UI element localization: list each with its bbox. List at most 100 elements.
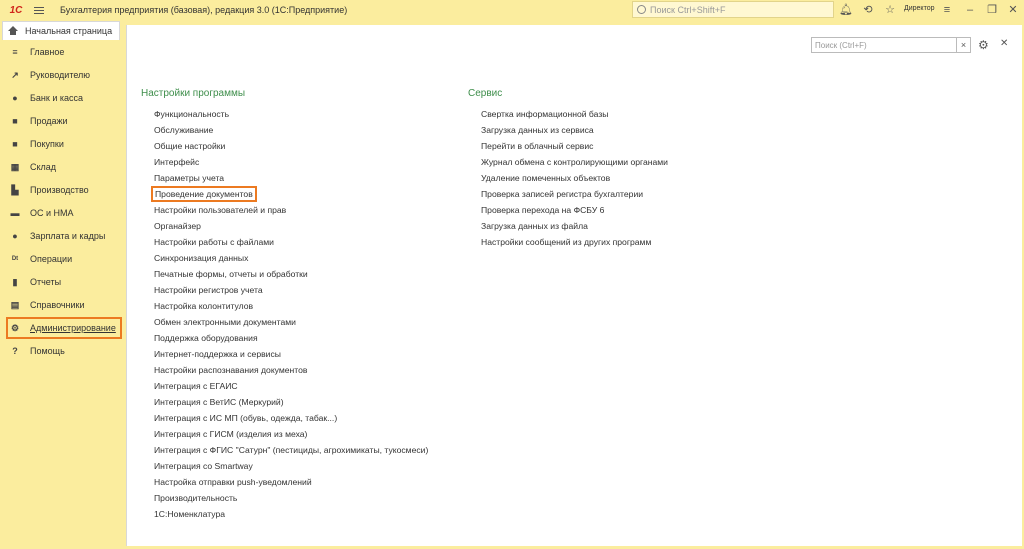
section-search-input[interactable]: Поиск (Ctrl+F) [811, 37, 957, 53]
sidebar-item-purchases[interactable]: ■ Покупки [0, 133, 125, 155]
service-link[interactable]: Настройки сообщений из других программ [481, 237, 651, 247]
settings-link[interactable]: Настройки пользователей и прав [154, 205, 286, 215]
sidebar-item-bank[interactable]: ● Банк и касса [0, 87, 125, 109]
settings-link[interactable]: Интеграция с ГИСМ (изделия из меха) [154, 429, 307, 439]
sidebar-item-label: Руководителю [30, 70, 91, 80]
sidebar-item-label: Покупки [30, 139, 64, 149]
service-link[interactable]: Удаление помеченных объектов [481, 173, 610, 183]
sidebar-item-label: Банк и касса [30, 93, 83, 103]
sidebar-item-label: Операции [30, 254, 73, 264]
settings-link[interactable]: Настройки регистров учета [154, 285, 263, 295]
sidebar-item-help[interactable]: ? Помощь [0, 340, 125, 362]
sidebar-item-warehouse[interactable]: ▦ Склад [0, 156, 125, 178]
person-icon: ● [12, 231, 18, 241]
1c-logo[interactable]: 1С [6, 0, 26, 20]
settings-link[interactable]: Интернет-поддержка и сервисы [154, 349, 281, 359]
close-panel-icon[interactable]: ✕ [1000, 38, 1008, 49]
sidebar-item-label: Зарплата и кадры [30, 231, 106, 241]
sidebar-item-label: Справочники [30, 300, 85, 310]
settings-link[interactable]: Печатные формы, отчеты и обработки [154, 269, 308, 279]
sidebar-item-director[interactable]: ↗ Руководителю [0, 64, 125, 86]
settings-section-title: Настройки программы [141, 88, 246, 99]
settings-link[interactable]: Функциональность [154, 109, 229, 119]
sidebar-item-sales[interactable]: ■ Продажи [0, 110, 125, 132]
service-link[interactable]: Проверка записей регистра бухгалтерии [481, 189, 643, 199]
service-link[interactable]: Журнал обмена с контролирующими органами [481, 157, 668, 167]
help-icon: ? [12, 346, 18, 356]
sidebar-item-production[interactable]: ▙ Производство [0, 179, 125, 201]
settings-link[interactable]: Интерфейс [154, 157, 199, 167]
settings-link[interactable]: Поддержка оборудования [154, 333, 258, 343]
main-menu-icon[interactable]: ≡ [940, 3, 954, 17]
settings-link[interactable]: Органайзер [154, 221, 201, 231]
bar-chart-icon: ▮ [12, 276, 18, 287]
settings-link[interactable]: Общие настройки [154, 141, 225, 151]
sidebar-item-label: ОС и НМА [30, 208, 74, 218]
warehouse-icon: ▦ [10, 161, 20, 172]
title-bar: 1С Бухгалтерия предприятия (базовая), ре… [0, 0, 1024, 20]
settings-link[interactable]: Интеграция с ВетИС (Меркурий) [154, 397, 284, 407]
settings-link[interactable]: Настройка колонтитулов [154, 301, 253, 311]
sidebar-item-label: Продажи [30, 116, 68, 126]
settings-link[interactable]: Обслуживание [154, 125, 213, 135]
settings-link[interactable]: Интеграция со Smartway [154, 461, 253, 471]
sidebar-item-operations[interactable]: Dt Операции [0, 248, 125, 270]
restore-icon[interactable]: ❐ [985, 3, 999, 17]
book-icon: ▤ [10, 299, 20, 310]
settings-link[interactable]: Параметры учета [154, 173, 224, 183]
gear-icon: ⚙ [10, 322, 20, 333]
sidebar-item-reports[interactable]: ▮ Отчеты [0, 271, 125, 293]
sidebar-item-label: Главное [30, 47, 65, 57]
settings-link[interactable]: Интеграция с ЕГАИС [154, 381, 238, 391]
current-user[interactable]: Директор [904, 5, 935, 12]
trend-icon: ↗ [11, 69, 19, 80]
settings-link[interactable]: Настройки распознавания документов [154, 365, 308, 375]
sidebar-item-administration[interactable]: ⚙ Администрирование [6, 317, 122, 339]
service-link[interactable]: Загрузка данных из файла [481, 221, 588, 231]
service-link[interactable]: Свертка информационной базы [481, 109, 608, 119]
service-link[interactable]: Проверка перехода на ФСБУ 6 [481, 205, 604, 215]
factory-icon: ▙ [11, 184, 19, 195]
search-icon [637, 5, 646, 14]
global-search-input[interactable]: Поиск Ctrl+Shift+F [632, 1, 834, 18]
sidebar-item-salary[interactable]: ● Зарплата и кадры [0, 225, 125, 247]
settings-link[interactable]: Настройки работы с файлами [154, 237, 274, 247]
history-icon[interactable]: ⟲ [861, 3, 875, 17]
tab-home-label: Начальная страница [25, 26, 113, 36]
truck-icon: ▬ [10, 208, 20, 218]
list-icon: ≡ [12, 47, 18, 57]
service-section-title: Сервис [468, 88, 503, 99]
hamburger-menu-icon[interactable] [34, 3, 48, 17]
service-link[interactable]: Перейти в облачный сервис [481, 141, 593, 151]
section-search-placeholder: Поиск (Ctrl+F) [815, 41, 867, 50]
administration-panel: Поиск (Ctrl+F) × ⚙ ✕ Настройки программы… [126, 25, 1022, 546]
minimize-icon[interactable]: – [963, 3, 977, 17]
sidebar-item-catalogs[interactable]: ▤ Справочники [0, 294, 125, 316]
dt-kt-icon: Dt [11, 256, 19, 262]
settings-link[interactable]: Интеграция с ИС МП (обувь, одежда, табак… [154, 413, 337, 423]
sidebar-item-assets[interactable]: ▬ ОС и НМА [0, 202, 125, 224]
favorites-star-icon[interactable]: ☆ [883, 3, 897, 17]
sidebar-item-label: Помощь [30, 346, 65, 356]
notifications-bell-icon[interactable]: 🔔︎ [839, 3, 853, 17]
home-icon [8, 26, 18, 36]
settings-link[interactable]: Обмен электронными документами [154, 317, 296, 327]
close-window-icon[interactable]: ✕ [1006, 3, 1020, 17]
settings-link-posting-documents[interactable]: Проведение документов [151, 186, 257, 202]
sidebar-item-main[interactable]: ≡ Главное [0, 41, 125, 63]
app-title: Бухгалтерия предприятия (базовая), редак… [60, 5, 348, 15]
settings-link[interactable]: 1С:Номенклатура [154, 509, 225, 519]
service-link[interactable]: Загрузка данных из сервиса [481, 125, 594, 135]
settings-gear-icon[interactable]: ⚙ [978, 38, 989, 52]
settings-link[interactable]: Настройка отправки push-уведомлений [154, 477, 312, 487]
coin-icon: ● [12, 93, 18, 103]
settings-link[interactable]: Интеграция с ФГИС "Сатурн" (пестициды, а… [154, 445, 428, 455]
logo-text: 1С [9, 4, 23, 16]
tab-home[interactable]: Начальная страница [2, 21, 120, 40]
sections-sidebar: ≡ Главное ↗ Руководителю ● Банк и касса ■ Пр… [0, 41, 125, 549]
clear-search-button[interactable]: × [957, 37, 971, 53]
settings-link[interactable]: Производительность [154, 493, 237, 503]
cart-icon: ■ [12, 139, 18, 149]
settings-link[interactable]: Синхронизация данных [154, 253, 248, 263]
sidebar-item-label: Склад [30, 162, 57, 172]
